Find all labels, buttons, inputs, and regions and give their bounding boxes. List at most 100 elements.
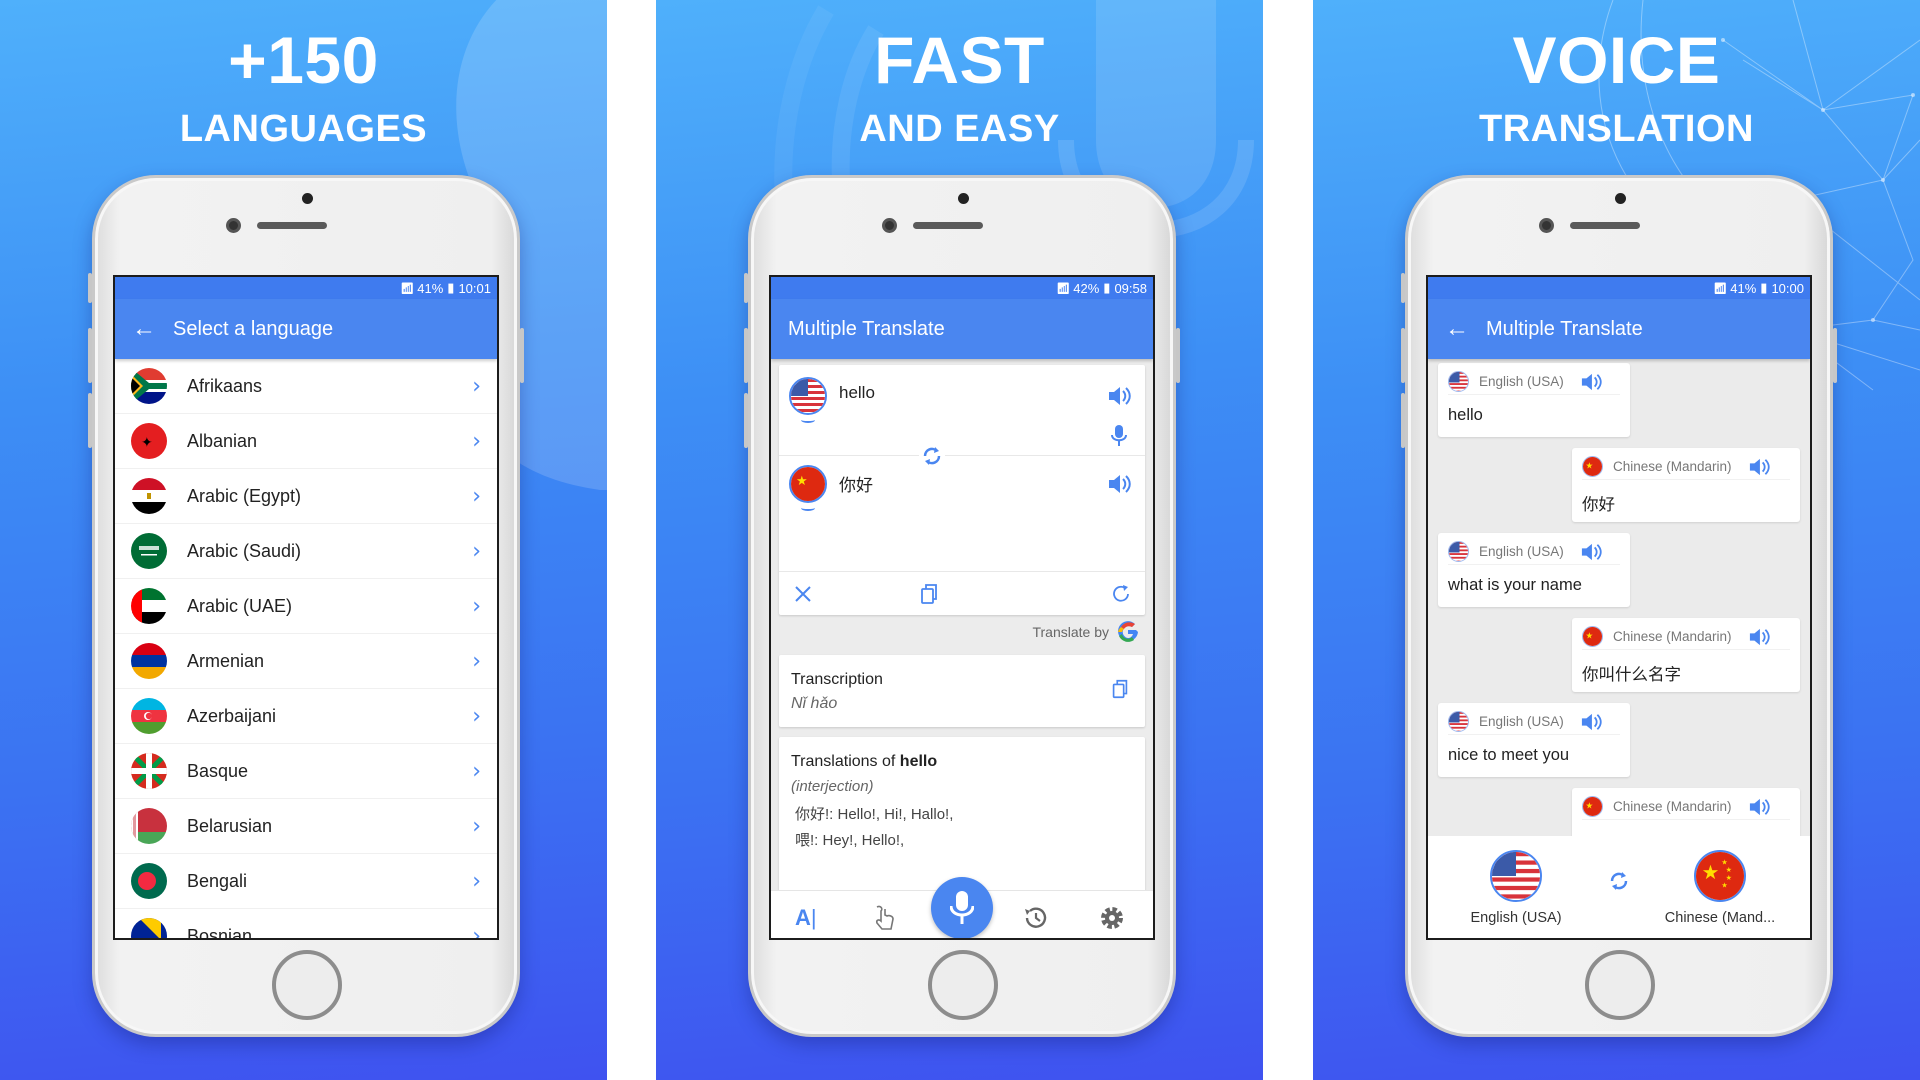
microphone-icon[interactable] — [1111, 425, 1127, 447]
albania-flag-icon: ✦ — [131, 423, 167, 459]
svg-text:★: ★ — [1585, 461, 1593, 471]
language-row[interactable]: Arabic (UAE) › — [115, 579, 497, 634]
language-row[interactable]: Afrikaans › — [115, 359, 497, 414]
clear-icon[interactable] — [791, 582, 815, 606]
phone-screen: 📶︎ 42% ▮ 09:58 Multiple Translate hello … — [769, 275, 1155, 940]
language-row[interactable]: ✦ Albanian › — [115, 414, 497, 469]
page-title: Multiple Translate — [1486, 317, 1643, 340]
svg-text:✦: ✦ — [141, 434, 153, 450]
phone-mute-switch — [88, 273, 92, 303]
language-selector-bar: English (USA) ★ ★ ★ ★ ★ Chinese (Mand... — [1428, 836, 1810, 938]
swap-languages-icon[interactable] — [1606, 868, 1632, 894]
microphone-icon — [950, 891, 974, 924]
phone-power-button — [1176, 328, 1180, 383]
language-row[interactable]: Arabic (Saudi) › — [115, 524, 497, 579]
language-row[interactable]: Belarusian › — [115, 799, 497, 854]
phone-power-button — [520, 328, 524, 383]
translation-line: 你好!: Hello!, Hi!, Hallo!, — [795, 806, 954, 823]
us-flag-icon — [1448, 541, 1469, 562]
message-bubble[interactable]: ★ Chinese (Mandarin) — [1572, 788, 1800, 840]
page-title: Select a language — [173, 317, 334, 340]
language-row[interactable]: Arabic (Egypt) › — [115, 469, 497, 524]
chevron-right-icon: › — [472, 923, 481, 940]
speaker-icon[interactable] — [1732, 457, 1770, 477]
proximity-sensor — [302, 193, 313, 204]
cn-flag-icon: ★ ★★★★ — [1696, 852, 1744, 900]
message-text: what is your name — [1448, 576, 1582, 594]
handwriting-icon[interactable] — [869, 903, 899, 933]
chevron-right-icon: › — [472, 373, 481, 399]
wifi-signal-icon: 📶︎ — [1056, 282, 1070, 295]
back-arrow-icon[interactable]: ← — [1428, 315, 1486, 343]
phone-screen: 📶︎ 41% ▮ 10:00 ← Multiple Translate Engl… — [1426, 275, 1812, 940]
us-flag-icon — [1492, 852, 1540, 900]
headline-secondary: AND EASY — [859, 108, 1060, 150]
swap-languages-icon[interactable] — [919, 443, 945, 469]
language-row[interactable]: Basque › — [115, 744, 497, 799]
source-flag-us[interactable] — [789, 377, 827, 415]
speaker-icon[interactable] — [1732, 797, 1770, 817]
voice-input-button[interactable] — [931, 877, 993, 938]
speaker-icon[interactable] — [1564, 372, 1602, 392]
message-bubble[interactable]: ★ Chinese (Mandarin) 你叫什么名字 — [1572, 618, 1800, 692]
promo-panel-voice: VOICE TRANSLATION 📶︎ 41% ▮ 10:00 ← Multi… — [1313, 0, 1920, 1080]
clock: 09:58 — [1114, 280, 1147, 296]
uae-flag-icon — [131, 588, 167, 624]
message-bubble[interactable]: English (USA) hello — [1438, 363, 1630, 437]
speaker-icon[interactable] — [1107, 473, 1131, 495]
promo-panel-languages: +150 LANGUAGES 📶︎ 41% ▮ 10:01 ← Select a… — [0, 0, 607, 1080]
svg-text:★: ★ — [1721, 881, 1727, 889]
message-text: 你好 — [1582, 496, 1615, 514]
phone-mute-switch — [744, 273, 748, 303]
language-row[interactable]: Armenian › — [115, 634, 497, 689]
translation-actions — [779, 571, 1145, 615]
language-list: Afrikaans › ✦ Albanian › Arabic (Egypt) › Arabi… — [115, 359, 497, 940]
phone-volume-down — [88, 393, 92, 448]
language-name: Arabic (UAE) — [187, 595, 293, 616]
message-bubble[interactable]: ★ Chinese (Mandarin) 你好 — [1572, 448, 1800, 522]
source-text[interactable]: hello — [839, 383, 875, 403]
source-language-flag[interactable] — [1490, 850, 1542, 902]
settings-gear-icon[interactable] — [1097, 903, 1127, 933]
front-camera — [882, 218, 897, 233]
history-icon[interactable] — [1021, 903, 1051, 933]
message-bubble[interactable]: English (USA) nice to meet you — [1438, 703, 1630, 777]
target-flag-cn[interactable]: ★ — [789, 465, 827, 503]
battery-percent: 42% — [1073, 280, 1100, 296]
speaker-icon[interactable] — [1732, 627, 1770, 647]
source-language-label[interactable]: English (USA) — [1451, 910, 1581, 926]
refresh-icon[interactable] — [1109, 582, 1133, 606]
target-language-label[interactable]: Chinese (Mand... — [1655, 910, 1785, 926]
target-text[interactable]: 你好 — [839, 471, 873, 496]
saudi-arabia-flag-icon — [131, 533, 167, 569]
back-arrow-icon[interactable]: ← — [115, 315, 173, 343]
status-bar: 📶︎ 42% ▮ 09:58 — [771, 277, 1153, 299]
chevron-right-icon: › — [472, 813, 481, 839]
front-camera — [1539, 218, 1554, 233]
svg-text:★: ★ — [1585, 801, 1593, 811]
phone-volume-down — [1401, 393, 1405, 448]
chevron-right-icon: › — [472, 538, 481, 564]
svg-text:★: ★ — [1726, 866, 1732, 874]
message-header: ★ Chinese (Mandarin) — [1582, 626, 1790, 650]
us-flag-icon — [1448, 371, 1469, 392]
speaker-icon[interactable] — [1107, 385, 1131, 407]
svg-text:★: ★ — [1702, 862, 1720, 884]
speaker-icon[interactable] — [1564, 712, 1602, 732]
language-row[interactable]: Bosnian › — [115, 909, 497, 940]
chevron-right-icon: › — [472, 703, 481, 729]
language-row[interactable]: Azerbaijani › — [115, 689, 497, 744]
transcription-card: Transcription Nǐ hǎo — [779, 655, 1145, 727]
target-language-flag[interactable]: ★ ★ ★ ★ ★ — [1694, 850, 1746, 902]
text-input-icon[interactable]: A| — [795, 903, 825, 933]
message-header: English (USA) — [1448, 711, 1620, 735]
copy-icon[interactable] — [1109, 677, 1131, 701]
copy-icon[interactable] — [917, 582, 941, 606]
chevron-right-icon: › — [472, 868, 481, 894]
message-bubble[interactable]: English (USA) what is your name — [1438, 533, 1630, 607]
language-name: Afrikaans — [187, 375, 263, 396]
speaker-icon[interactable] — [1564, 542, 1602, 562]
battery-percent: 41% — [1730, 280, 1757, 296]
language-row[interactable]: Bengali › — [115, 854, 497, 909]
cn-flag-icon: ★ — [791, 467, 825, 501]
